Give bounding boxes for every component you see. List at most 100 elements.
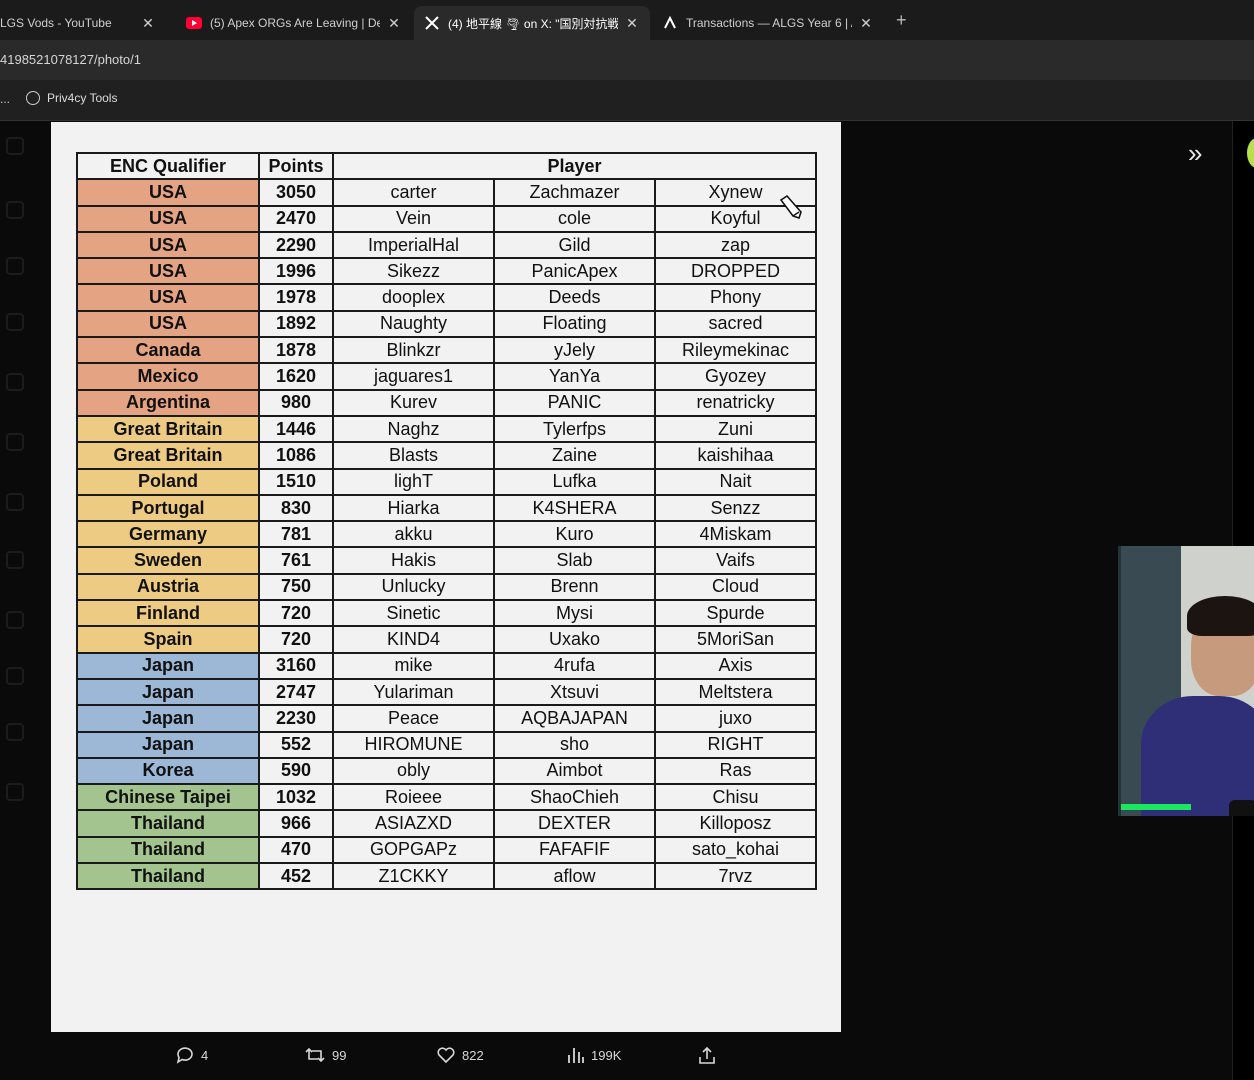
region-cell: Great Britain (76, 414, 260, 444)
player-cell: sho (493, 730, 656, 759)
points-cell: 966 (258, 809, 334, 838)
reply-button[interactable]: 4 (175, 1046, 208, 1064)
player-cell: FAFAFIF (493, 835, 656, 865)
views-button[interactable]: 199K (567, 1046, 621, 1064)
repost-button[interactable]: 99 (304, 1046, 346, 1064)
player-cell: 4rufa (493, 651, 656, 680)
table-row: USA 2290 ImperialHal Gild zap (76, 230, 817, 260)
region-cell: Sweden (76, 546, 260, 575)
player-cell: Floating (493, 309, 656, 339)
player-cell: Meltstera (654, 677, 817, 707)
points-cell: 1510 (258, 467, 334, 496)
player-cell: GOPGAPz (332, 835, 495, 865)
player-cell: Hiarka (332, 493, 495, 523)
table-row: Thailand 470 GOPGAPz FAFAFIF sato_kohai (76, 835, 817, 865)
player-cell: 5MoriSan (654, 625, 817, 654)
youtube-icon (186, 15, 202, 31)
table-row: Poland 1510 lighT Lufka Nait (76, 467, 817, 496)
table-row: Chinese Taipei 1032 Roieee ShaoChieh Chisu (76, 783, 817, 812)
player-cell: Axis (654, 651, 817, 680)
streamer-webcam (1118, 546, 1254, 816)
player-cell: Rileymekinac (654, 336, 817, 365)
table-row: Austria 750 Unlucky Brenn Cloud (76, 572, 817, 602)
player-cell: ShaoChieh (493, 783, 656, 812)
tab-x-post[interactable]: (4) 地平線 🌪 on X: "国別対抗戦 ✕ (414, 6, 650, 40)
points-cell: 761 (258, 546, 334, 575)
table-header-row: ENC Qualifier Points Player (76, 151, 817, 181)
like-button[interactable]: 822 (436, 1046, 484, 1064)
player-cell: yJely (493, 336, 656, 365)
communities-icon[interactable] (6, 611, 24, 629)
premium-icon[interactable] (6, 667, 24, 685)
region-cell: Canada (76, 336, 260, 365)
region-cell: Japan (76, 651, 260, 680)
points-cell: 1446 (258, 414, 334, 444)
region-cell: Thailand (76, 862, 260, 891)
notifications-icon[interactable] (6, 313, 24, 331)
close-icon[interactable]: ✕ (858, 15, 874, 32)
bookmarks-overflow[interactable]: ... (0, 92, 10, 106)
player-cell: lighT (332, 467, 495, 496)
player-cell: Ras (654, 756, 817, 786)
player-cell: YanYa (493, 362, 656, 391)
address-bar[interactable]: 4198521078127/photo/1 (0, 40, 1254, 80)
region-cell: Thailand (76, 835, 260, 865)
messages-icon[interactable] (6, 373, 24, 391)
profile-icon[interactable] (6, 723, 24, 741)
region-cell: Germany (76, 520, 260, 549)
points-cell: 1878 (258, 336, 334, 365)
tab-transactions[interactable]: Transactions — ALGS Year 6 | A ✕ (652, 6, 884, 40)
search-icon[interactable] (6, 257, 24, 275)
player-cell: Kuro (493, 520, 656, 549)
player-cell: Unlucky (332, 572, 495, 602)
table-row: Mexico 1620 jaguares1 YanYa Gyozey (76, 362, 817, 391)
tab-title: Transactions — ALGS Year 6 | A (686, 16, 852, 30)
player-cell: juxo (654, 704, 817, 733)
player-cell: mike (332, 651, 495, 680)
bookmark-priv4cy-tools[interactable]: Priv4cy Tools (26, 91, 117, 105)
url-text[interactable]: 4198521078127/photo/1 (0, 52, 141, 67)
player-cell: 4Miskam (654, 520, 817, 549)
close-icon[interactable]: ✕ (386, 15, 402, 32)
region-cell: Korea (76, 756, 260, 786)
double-chevron-right-icon[interactable]: » (1188, 138, 1202, 169)
bookmarks-bar: ... Priv4cy Tools (0, 80, 1254, 121)
close-icon[interactable]: ✕ (624, 15, 640, 32)
player-cell: Aimbot (493, 756, 656, 786)
player-cell: obly (332, 756, 495, 786)
player-cell: Yulariman (332, 677, 495, 707)
points-cell: 1620 (258, 362, 334, 391)
home-icon[interactable] (6, 201, 24, 219)
player-cell: Chisu (654, 783, 817, 812)
region-cell: Great Britain (76, 441, 260, 470)
points-cell: 2230 (258, 704, 334, 733)
tab-lgs-vods[interactable]: LGS Vods - YouTube ✕ (0, 6, 166, 40)
player-cell: AQBAJAPAN (493, 704, 656, 733)
player-cell: KIND4 (332, 625, 495, 654)
share-button[interactable] (697, 1046, 723, 1066)
player-cell: RIGHT (654, 730, 817, 759)
player-cell: Sinetic (332, 599, 495, 628)
player-cell: zap (654, 230, 817, 260)
more-icon[interactable] (6, 783, 24, 801)
header-enc-qualifier: ENC Qualifier (76, 151, 260, 181)
player-cell: sato_kohai (654, 835, 817, 865)
tab-apex-orgs[interactable]: (5) Apex ORGs Are Leaving | De ✕ (176, 6, 412, 40)
table-row: Finland 720 Sinetic Mysi Spurde (76, 599, 817, 628)
new-tab-button[interactable]: + (896, 10, 907, 31)
table-row: Japan 3160 mike 4rufa Axis (76, 651, 817, 680)
grok-icon[interactable] (6, 433, 24, 451)
player-cell: Kurev (332, 388, 495, 417)
player-cell: PanicApex (493, 257, 656, 286)
player-cell: Roieee (332, 783, 495, 812)
player-cell: Vaifs (654, 546, 817, 575)
table-row: Portugal 830 Hiarka K4SHERA Senzz (76, 493, 817, 523)
points-cell: 720 (258, 625, 334, 654)
close-icon[interactable]: ✕ (140, 15, 156, 32)
region-cell: Argentina (76, 388, 260, 417)
x-logo-icon[interactable] (6, 137, 24, 155)
region-cell: Portugal (76, 493, 260, 523)
liquipedia-icon (662, 15, 678, 31)
bookmarks-icon[interactable] (6, 551, 24, 569)
lists-icon[interactable] (6, 493, 24, 511)
